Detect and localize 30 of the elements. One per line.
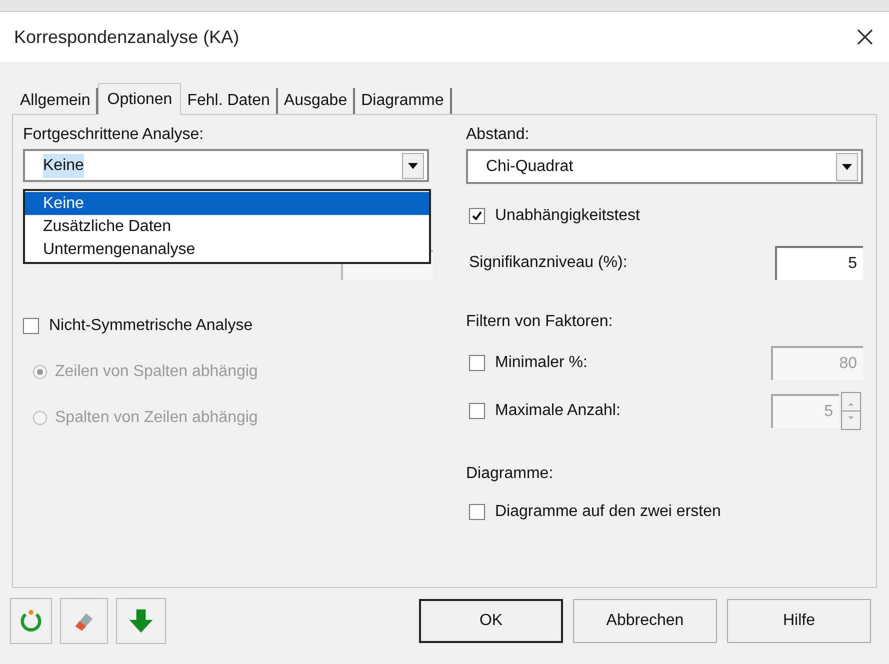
close-icon[interactable] [855, 27, 875, 47]
checkbox-label: Maximale Anzahl: [495, 401, 620, 421]
checkbox-label: Minimaler %: [495, 353, 588, 373]
checkbox[interactable] [469, 504, 485, 520]
field-label: Fortgeschrittene Analyse: [23, 125, 204, 145]
checkbox-label: Nicht-Symmetrische Analyse [49, 316, 253, 336]
checkbox[interactable] [23, 318, 39, 334]
spinner-icon[interactable] [841, 392, 861, 430]
radio-label: Zeilen von Spalten abhängig [55, 362, 258, 382]
field-label: Abstand: [466, 125, 530, 145]
analysis-dropdown[interactable]: Keine [23, 149, 429, 182]
section-label: Diagramme: [466, 464, 554, 484]
input-field[interactable]: 5 [775, 246, 863, 280]
radio-label: Spalten von Zeilen abhängig [55, 408, 258, 428]
dialog-button[interactable]: Hilfe [727, 599, 871, 643]
checkbox-label: Unabhängigkeitstest [495, 206, 640, 226]
checkbox-label: Diagramme auf den zwei ersten [495, 502, 721, 522]
field-label: Signifikanzniveau (%): [469, 253, 628, 273]
dialog-button[interactable]: OK [419, 599, 563, 643]
section-label: Filtern von Faktoren: [466, 312, 613, 332]
dialog-button[interactable]: Abbrechen [573, 599, 717, 643]
dropdown-option[interactable]: Zusätzliche Daten [25, 215, 429, 238]
tab[interactable]: Optionen [98, 83, 182, 115]
checkbox[interactable] [469, 208, 485, 224]
dropdown-option[interactable]: Keine [25, 192, 429, 215]
eraser-icon[interactable] [60, 598, 108, 644]
dropdown-option[interactable]: Untermengenanalyse [25, 238, 429, 261]
refresh-icon[interactable] [10, 598, 52, 644]
distance-dropdown[interactable]: Chi-Quadrat [466, 149, 863, 184]
window-title: Korrespondenzanalyse (KA) [14, 26, 240, 49]
